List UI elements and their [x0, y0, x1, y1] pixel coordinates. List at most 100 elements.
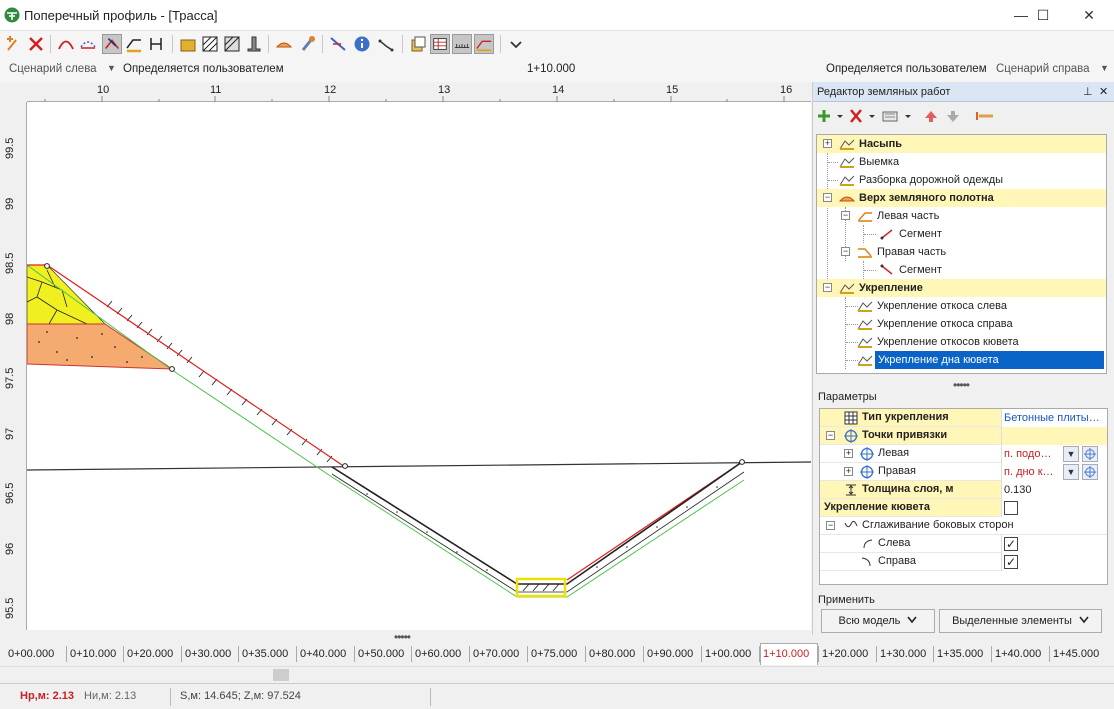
expand-icon[interactable]: + [823, 139, 832, 148]
station-item[interactable]: 1+00.000 [705, 648, 751, 660]
left-point-pick-icon[interactable] [1082, 446, 1098, 462]
param-thickness-row[interactable]: Толщина слоя, м 0.130 [820, 481, 1107, 499]
ruler-icon[interactable] [452, 34, 472, 54]
layers-icon[interactable] [124, 34, 144, 54]
close-button[interactable]: ✕ [1066, 0, 1112, 31]
station-item[interactable]: 0+10.000 [70, 648, 116, 660]
station-item[interactable]: 0+50.000 [358, 648, 404, 660]
collapse-icon[interactable]: − [823, 193, 832, 202]
tree-item-embankment[interactable]: + Насыпь [817, 135, 1106, 153]
add-point-icon[interactable] [4, 34, 24, 54]
cross-section-drawing[interactable] [26, 102, 812, 630]
earthwork-icon[interactable] [474, 34, 494, 54]
left-point-dropdown[interactable]: ▼ [1063, 446, 1079, 462]
station-item[interactable]: 0+00.000 [8, 648, 54, 660]
move-down-icon[interactable] [945, 108, 961, 124]
collapse-icon[interactable]: − [841, 247, 850, 256]
param-right-row[interactable]: + Правая п. дно к… ▼ [820, 463, 1107, 481]
arc-dashed-icon[interactable] [78, 34, 98, 54]
cap-icon[interactable] [274, 34, 294, 54]
tree-item-subgrade-top[interactable]: − Верх земляного полотна [817, 189, 1106, 207]
right-point-pick-icon[interactable] [1082, 464, 1098, 480]
tree-item-ditch-bottom[interactable]: Укрепление дна кювета [817, 351, 1106, 369]
tree-item-segment-left[interactable]: Сегмент [817, 225, 1106, 243]
panel-close-icon[interactable]: ✕ [1099, 85, 1108, 98]
collapse-icon[interactable]: − [841, 211, 850, 220]
edit-icon[interactable] [881, 108, 913, 124]
tree-item-ditch-slopes[interactable]: Укрепление откосов кювета [817, 333, 1106, 351]
arc-icon[interactable] [56, 34, 76, 54]
delete-icon[interactable] [849, 108, 877, 124]
smooth-right-checkbox[interactable]: ✓ [1004, 555, 1018, 569]
param-type-row[interactable]: Тип укрепления Бетонные плиты… [820, 409, 1107, 427]
tree-item-reinforcement[interactable]: − Укрепление [817, 279, 1106, 297]
hatch-icon[interactable] [200, 34, 220, 54]
expand-icon[interactable]: + [844, 449, 853, 458]
param-left-row[interactable]: + Левая п. подо… ▼ [820, 445, 1107, 463]
station-item[interactable]: 1+35.000 [937, 648, 983, 660]
station-item[interactable]: 0+20.000 [127, 648, 173, 660]
station-item[interactable]: 0+40.000 [300, 648, 346, 660]
station-item[interactable]: 0+80.000 [589, 648, 635, 660]
station-item[interactable]: 0+35.000 [242, 648, 288, 660]
right-scenario-label[interactable]: Сценарий справа [996, 63, 1090, 75]
param-points-row[interactable]: − Точки привязки [820, 427, 1107, 445]
station-item[interactable]: 1+45.000 [1053, 648, 1099, 660]
info-icon[interactable] [352, 34, 372, 54]
right-scenario-value[interactable]: Определяется пользователем [826, 63, 987, 75]
cut-icon[interactable] [146, 34, 166, 54]
tool-icon[interactable] [975, 108, 995, 124]
type-value[interactable]: Бетонные плиты… [1001, 409, 1107, 427]
select-slope-icon[interactable] [102, 34, 122, 54]
scrollbar-thumb[interactable] [273, 669, 289, 681]
station-item[interactable]: 1+30.000 [880, 648, 926, 660]
left-scenario-value[interactable]: Определяется пользователем [123, 63, 284, 75]
smooth-left-checkbox[interactable]: ✓ [1004, 537, 1018, 551]
apply-selected-button[interactable]: Выделенные элементы [939, 609, 1102, 633]
tree-item-right-slope[interactable]: Укрепление откоса справа [817, 315, 1106, 333]
pillar-icon[interactable] [244, 34, 264, 54]
table-icon[interactable] [430, 34, 450, 54]
profile-canvas[interactable] [26, 102, 812, 630]
tree-item-excavation[interactable]: Выемка [817, 153, 1106, 171]
measure-icon[interactable] [328, 34, 348, 54]
brush-icon[interactable] [298, 34, 318, 54]
station-item[interactable]: 1+10.000 [763, 648, 809, 660]
tree-item-left-slope[interactable]: Укрепление откоса слева [817, 297, 1106, 315]
station-item[interactable]: 1+40.000 [995, 648, 1041, 660]
move-up-icon[interactable] [923, 108, 939, 124]
pin-icon[interactable]: ⊥ [1083, 85, 1093, 98]
delete-point-icon[interactable] [26, 34, 46, 54]
hatch2-icon[interactable] [222, 34, 242, 54]
thickness-value[interactable]: 0.130 [1001, 481, 1107, 499]
splitter-handle[interactable]: ••••• [953, 378, 970, 392]
tree-item-left-part[interactable]: − Левая часть [817, 207, 1106, 225]
station-item[interactable]: 0+30.000 [185, 648, 231, 660]
collapse-icon[interactable]: − [826, 431, 835, 440]
station-item[interactable]: 0+90.000 [647, 648, 693, 660]
apply-all-button[interactable]: Всю модель [821, 609, 935, 633]
line-icon[interactable] [376, 34, 396, 54]
tree-item-pavement-removal[interactable]: Разборка дорожной одежды [817, 171, 1106, 189]
param-smooth-left-row[interactable]: Слева ✓ [820, 535, 1107, 553]
horizontal-scrollbar[interactable] [0, 666, 1114, 683]
station-item[interactable]: 0+75.000 [531, 648, 577, 660]
station-item[interactable]: 1+20.000 [822, 648, 868, 660]
tree-item-segment-right[interactable]: Сегмент [817, 261, 1106, 279]
tree-item-right-part[interactable]: − Правая часть [817, 243, 1106, 261]
maximize-button[interactable]: ☐ [1020, 0, 1066, 31]
left-scenario-label[interactable]: Сценарий слева [9, 63, 97, 75]
collapse-icon[interactable]: − [826, 521, 835, 530]
ditch-checkbox[interactable] [1004, 501, 1018, 515]
left-scenario-dropdown-icon[interactable]: ▼ [107, 63, 116, 73]
earthwork-tree[interactable]: + Насыпь Выемка Разборка дорожной одежды… [816, 134, 1107, 374]
more-icon[interactable] [506, 34, 526, 54]
right-point-dropdown[interactable]: ▼ [1063, 464, 1079, 480]
param-smoothing-row[interactable]: − Сглаживание боковых сторон [820, 517, 1107, 535]
collapse-icon[interactable]: − [823, 283, 832, 292]
station-item[interactable]: 0+70.000 [473, 648, 519, 660]
box-icon[interactable] [178, 34, 198, 54]
param-ditch-row[interactable]: Укрепление кювета [820, 499, 1107, 517]
param-smooth-right-row[interactable]: Справа ✓ [820, 553, 1107, 571]
copy-icon[interactable] [408, 34, 428, 54]
